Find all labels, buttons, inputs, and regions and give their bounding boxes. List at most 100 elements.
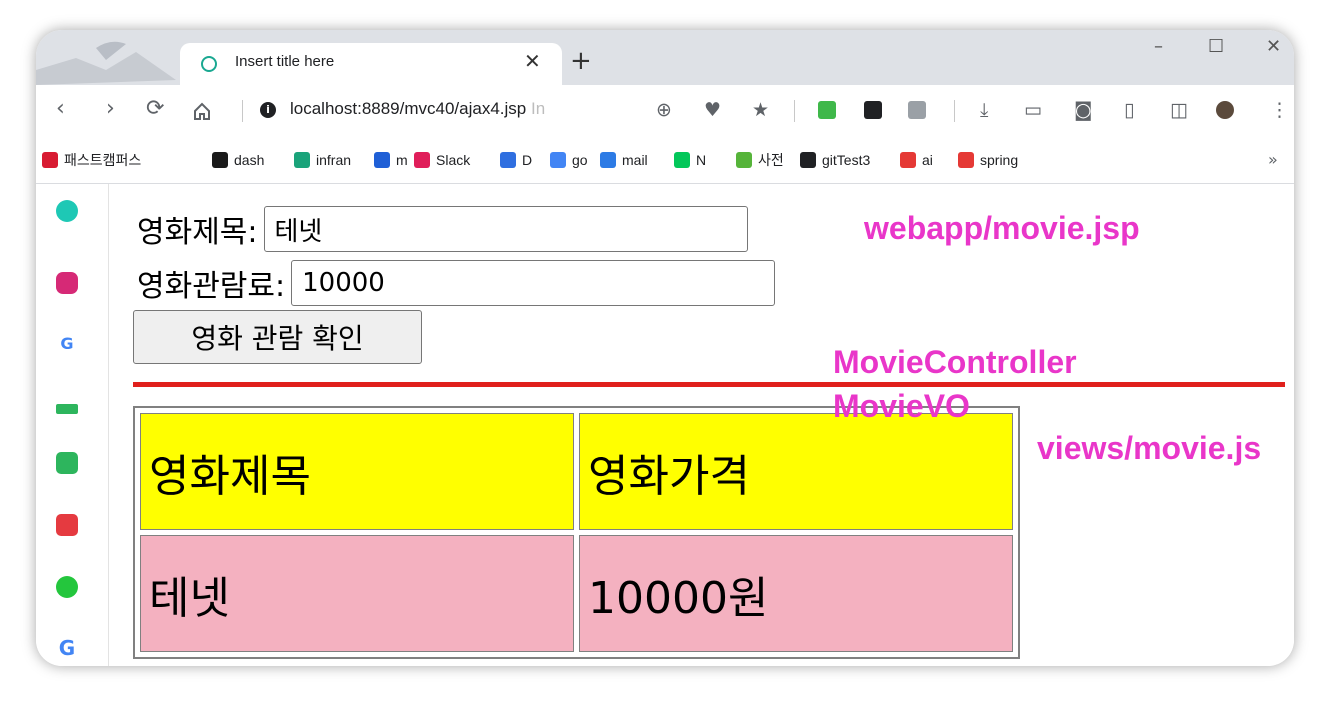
bookmark-favicon-icon bbox=[674, 152, 690, 168]
bookmark-item[interactable]: spring bbox=[958, 150, 1018, 170]
table-row: 테넷 10000원 bbox=[140, 535, 1013, 652]
title-input[interactable] bbox=[263, 206, 748, 252]
price-input[interactable] bbox=[291, 260, 776, 306]
google-icon[interactable]: G bbox=[56, 334, 78, 356]
bookmark-label: go bbox=[572, 152, 588, 168]
bookmark-favicon-icon bbox=[294, 152, 310, 168]
terminal-extension-icon[interactable] bbox=[864, 101, 882, 119]
back-icon[interactable]: ‹ bbox=[56, 97, 65, 121]
bookmark-label: infran bbox=[316, 152, 352, 168]
bookmark-label: 패스트캠퍼스 bbox=[64, 152, 142, 168]
reload-icon[interactable]: ⟳ bbox=[146, 97, 164, 121]
bookmark-label: ai bbox=[922, 152, 933, 168]
bookmark-label: N bbox=[696, 152, 707, 168]
home-icon[interactable] bbox=[192, 101, 212, 121]
zoom-icon[interactable]: ⊕ bbox=[656, 99, 672, 121]
cell-title: 테넷 bbox=[140, 535, 574, 652]
extension-green-icon[interactable] bbox=[818, 101, 836, 119]
bookmark-label: dash bbox=[234, 152, 265, 168]
bookmark-favicon-icon bbox=[414, 152, 430, 168]
price-row: 영화관람료: bbox=[137, 260, 776, 306]
price-label: 영화관람료: bbox=[137, 269, 286, 304]
cell-price: 10000원 bbox=[579, 535, 1013, 652]
tab-active[interactable]: Insert title here ✕ bbox=[180, 43, 562, 85]
toolbar-divider bbox=[954, 100, 955, 122]
page-content: 영화제목: 영화관람료: 영화 관람 확인 영화제목 영화가격 테넷 10000… bbox=[109, 184, 1294, 666]
confirm-button[interactable]: 영화 관람 확인 bbox=[133, 310, 422, 364]
bookmark-favicon-icon bbox=[550, 152, 566, 168]
bookmark-favicon-icon bbox=[958, 152, 974, 168]
address-bar[interactable]: localhost:8889/mvc40/ajax4.jsp In bbox=[290, 99, 545, 119]
pocket-app-icon[interactable] bbox=[56, 514, 78, 536]
browser-toolbar: ‹ › ⟳ i localhost:8889/mvc40/ajax4.jsp I… bbox=[36, 85, 1294, 138]
pocket-icon[interactable]: ♥ bbox=[704, 99, 721, 121]
title-row: 영화제목: bbox=[137, 206, 748, 252]
url-faded-text: In bbox=[530, 99, 546, 118]
annotation-controller: MovieController bbox=[833, 344, 1077, 380]
bookmark-star-icon[interactable]: ★ bbox=[752, 99, 769, 121]
bookmark-label: gitTest3 bbox=[822, 152, 871, 168]
bookmark-favicon-icon bbox=[212, 152, 228, 168]
bookmark-item[interactable]: m bbox=[374, 150, 408, 170]
annotation-webapp: webapp/movie.jsp bbox=[864, 210, 1140, 246]
bookmark-item[interactable]: Slack bbox=[414, 150, 470, 170]
toolbar-divider bbox=[242, 100, 243, 122]
bookmark-item[interactable]: 패스트캠퍼스 bbox=[42, 150, 141, 170]
side-panel: G G bbox=[36, 184, 109, 666]
bookmark-favicon-icon bbox=[900, 152, 916, 168]
bookmark-item[interactable]: mail bbox=[600, 150, 648, 170]
bookmark-label: 사전 bbox=[758, 152, 784, 168]
bookmark-favicon-icon bbox=[800, 152, 816, 168]
bookmark-item[interactable]: 사전 bbox=[736, 150, 784, 170]
google-icon[interactable]: G bbox=[56, 636, 78, 660]
profile-avatar-icon[interactable] bbox=[1216, 101, 1234, 119]
bookmark-favicon-icon bbox=[600, 152, 616, 168]
maximize-button[interactable]: ☐ bbox=[1208, 36, 1224, 57]
mail-m-icon[interactable] bbox=[56, 452, 78, 474]
bookmark-label: mail bbox=[622, 152, 648, 168]
download-icon[interactable]: ⤓ bbox=[980, 99, 988, 121]
bookmarks-overflow-icon[interactable]: » bbox=[1268, 150, 1278, 169]
bookmark-favicon-icon bbox=[736, 152, 752, 168]
annotation-vo: MovieVO bbox=[833, 388, 970, 424]
site-info-icon[interactable]: i bbox=[260, 102, 276, 118]
annotation-views: views/movie.js bbox=[1037, 430, 1262, 466]
page-favicon-icon bbox=[201, 56, 217, 72]
sidebar-toggle-icon[interactable]: ◫ bbox=[1170, 99, 1188, 121]
bookmark-item[interactable]: N bbox=[674, 150, 706, 170]
header-cell-price: 영화가격 bbox=[579, 413, 1013, 530]
close-window-button[interactable]: ✕ bbox=[1266, 36, 1281, 57]
tab-strip: Insert title here ✕ + – ☐ ✕ bbox=[36, 30, 1294, 85]
header-cell-title: 영화제목 bbox=[140, 413, 574, 530]
bookmark-item[interactable]: D bbox=[500, 150, 532, 170]
bookmark-label: Slack bbox=[436, 152, 471, 168]
bookmark-item[interactable]: gitTest3 bbox=[800, 150, 870, 170]
bookmark-label: D bbox=[522, 152, 533, 168]
whale-icon[interactable] bbox=[56, 200, 78, 222]
tab-close-icon[interactable]: ✕ bbox=[524, 49, 541, 73]
bookmark-favicon-icon bbox=[500, 152, 516, 168]
new-tab-button[interactable]: + bbox=[570, 48, 592, 74]
instagram-icon[interactable] bbox=[56, 272, 78, 294]
toolbar-divider bbox=[794, 100, 795, 122]
result-table: 영화제목 영화가격 테넷 10000원 bbox=[133, 406, 1020, 659]
app-green-bar-icon[interactable] bbox=[56, 404, 78, 414]
menu-dots-icon[interactable]: ⋮ bbox=[1270, 99, 1289, 121]
forward-icon[interactable]: › bbox=[106, 97, 115, 121]
bookmarks-bar: 패스트캠퍼스 dash infran m Slack Dgo mail N 사전 gitTest3… bbox=[36, 138, 1294, 184]
bookmark-item[interactable]: infran bbox=[294, 150, 351, 170]
bookmark-favicon-icon bbox=[374, 152, 390, 168]
bookmark-item[interactable]: dash bbox=[212, 150, 264, 170]
screenshot-icon[interactable]: ◙ bbox=[1074, 99, 1092, 121]
bookmark-favicon-icon bbox=[42, 152, 58, 168]
bookmark-item[interactable]: go bbox=[550, 150, 588, 170]
theme-decoration bbox=[36, 41, 176, 85]
tab-title: Insert title here bbox=[235, 53, 335, 70]
bookmark-item[interactable]: ai bbox=[900, 150, 933, 170]
camera-record-icon[interactable]: ▭ bbox=[1024, 99, 1042, 121]
minimize-button[interactable]: – bbox=[1154, 36, 1163, 57]
line-icon[interactable] bbox=[56, 576, 78, 598]
extension-gray-icon[interactable] bbox=[908, 101, 926, 119]
table-header-row: 영화제목 영화가격 bbox=[140, 413, 1013, 530]
reader-mode-icon[interactable]: ▯ bbox=[1124, 99, 1134, 121]
